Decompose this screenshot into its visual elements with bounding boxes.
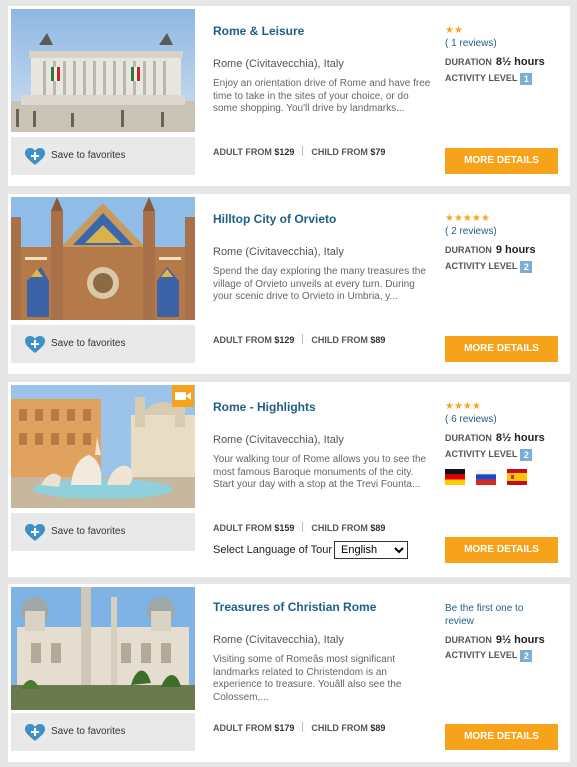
duration-value: 8½ hours <box>495 56 545 68</box>
tour-card: Save to favorites Rome - Highlights Rome… <box>8 382 570 577</box>
duration-label: DURATION <box>445 245 492 255</box>
tour-photo[interactable] <box>11 385 195 508</box>
adult-price-label: ADULT FROM <box>213 723 272 733</box>
favorites-label: Save to favorites <box>51 150 126 161</box>
tour-title[interactable]: Rome - Highlights <box>213 400 316 414</box>
tour-title[interactable]: Hilltop City of Orvieto <box>213 212 336 226</box>
child-price-label: CHILD FROM <box>311 723 368 733</box>
rating-stars: ★★★★ <box>445 401 481 412</box>
activity-level-badge: 2 <box>520 261 533 273</box>
favorites-label: Save to favorites <box>51 338 126 349</box>
child-price-label: CHILD FROM <box>311 523 368 533</box>
activity-level-label: ACTIVITY LEVEL <box>445 650 518 660</box>
favorites-label: Save to favorites <box>51 526 126 537</box>
tour-card: Save to favorites Treasures of Christian… <box>8 584 570 762</box>
child-price: $79 <box>370 147 386 157</box>
child-price: $89 <box>370 723 386 733</box>
tour-description: Your walking tour of Rome allows you to … <box>213 454 427 490</box>
adult-price: $129 <box>274 147 295 157</box>
language-select-label: Select Language of Tour <box>213 544 333 556</box>
duration: DURATION 8½ hours <box>445 56 545 68</box>
adult-price: $129 <box>274 335 295 345</box>
activity-level-label: ACTIVITY LEVEL <box>445 73 518 83</box>
heart-plus-icon <box>25 336 45 353</box>
duration-label: DURATION <box>445 433 492 443</box>
tour-location: Rome (Civitavecchia), Italy <box>213 246 344 258</box>
spanish-flag-icon <box>507 469 527 485</box>
adult-price-label: ADULT FROM <box>213 523 272 533</box>
german-flag-icon <box>445 469 465 485</box>
tour-card: Save to favorites Rome & Leisure Rome (C… <box>8 6 570 186</box>
tour-location: Rome (Civitavecchia), Italy <box>213 434 344 446</box>
tour-title[interactable]: Rome & Leisure <box>213 24 304 38</box>
activity-level: ACTIVITY LEVEL 2 <box>445 261 533 273</box>
video-badge[interactable] <box>172 385 194 407</box>
tour-photo[interactable] <box>11 587 195 710</box>
price-divider <box>302 722 304 732</box>
tour-description: Enjoy an orientation drive of Rome and h… <box>213 78 431 114</box>
tour-prices: ADULT FROM $179 CHILD FROM $89 <box>213 722 385 733</box>
more-details-button[interactable]: MORE DETAILS <box>445 148 558 174</box>
activity-level: ACTIVITY LEVEL 2 <box>445 650 533 662</box>
adult-price-label: ADULT FROM <box>213 147 272 157</box>
heart-plus-icon <box>25 524 45 541</box>
tour-description: Visiting some of Romeâs most significant… <box>213 654 402 703</box>
save-to-favorites[interactable]: Save to favorites <box>11 713 195 751</box>
duration: DURATION 9 hours <box>445 244 536 256</box>
activity-level-badge: 2 <box>520 650 533 662</box>
heart-plus-icon <box>25 724 45 741</box>
adult-price: $159 <box>274 523 295 533</box>
child-price-label: CHILD FROM <box>311 335 368 345</box>
duration-value: 9 hours <box>495 244 536 256</box>
tour-prices: ADULT FROM $159 CHILD FROM $89 <box>213 522 385 533</box>
more-details-button[interactable]: MORE DETAILS <box>445 724 558 750</box>
tour-prices: ADULT FROM $129 CHILD FROM $89 <box>213 334 385 345</box>
activity-level: ACTIVITY LEVEL 2 <box>445 449 533 461</box>
video-camera-icon <box>175 392 191 400</box>
duration-label: DURATION <box>445 635 492 645</box>
child-price: $89 <box>370 523 386 533</box>
reviews-link[interactable]: ( 2 reviews) <box>445 226 497 237</box>
tour-photo[interactable] <box>11 197 195 320</box>
tour-photo[interactable] <box>11 9 195 132</box>
adult-price: $179 <box>274 723 295 733</box>
adult-price-label: ADULT FROM <box>213 335 272 345</box>
duration-value: 9½ hours <box>495 634 545 646</box>
russian-flag-icon <box>476 469 496 485</box>
more-details-button[interactable]: MORE DETAILS <box>445 537 558 563</box>
first-review-link[interactable]: Be the first one to review <box>445 602 555 628</box>
rating-stars: ★★ <box>445 25 463 36</box>
activity-level: ACTIVITY LEVEL 1 <box>445 73 533 85</box>
duration-label: DURATION <box>445 57 492 67</box>
duration-value: 8½ hours <box>495 432 545 444</box>
more-details-button[interactable]: MORE DETAILS <box>445 336 558 362</box>
reviews-link[interactable]: ( 6 reviews) <box>445 414 497 425</box>
rating-stars: ★★★★★ <box>445 213 490 224</box>
tour-card: Save to favorites Hilltop City of Orviet… <box>8 194 570 374</box>
price-divider <box>302 146 304 156</box>
activity-level-badge: 1 <box>520 73 533 85</box>
reviews-link[interactable]: ( 1 reviews) <box>445 38 497 49</box>
duration: DURATION 9½ hours <box>445 634 545 646</box>
child-price-label: CHILD FROM <box>311 147 368 157</box>
save-to-favorites[interactable]: Save to favorites <box>11 513 195 551</box>
tour-description: Spend the day exploring the many treasur… <box>213 266 426 302</box>
save-to-favorites[interactable]: Save to favorites <box>11 137 195 175</box>
favorites-label: Save to favorites <box>51 726 126 737</box>
price-divider <box>302 522 304 532</box>
language-select[interactable]: English <box>334 541 408 559</box>
activity-level-badge: 2 <box>520 449 533 461</box>
save-to-favorites[interactable]: Save to favorites <box>11 325 195 363</box>
tour-prices: ADULT FROM $129 CHILD FROM $79 <box>213 146 385 157</box>
heart-plus-icon <box>25 148 45 165</box>
activity-level-label: ACTIVITY LEVEL <box>445 449 518 459</box>
tour-title[interactable]: Treasures of Christian Rome <box>213 600 376 614</box>
price-divider <box>302 334 304 344</box>
activity-level-label: ACTIVITY LEVEL <box>445 261 518 271</box>
tour-location: Rome (Civitavecchia), Italy <box>213 634 344 646</box>
duration: DURATION 8½ hours <box>445 432 545 444</box>
tour-location: Rome (Civitavecchia), Italy <box>213 58 344 70</box>
child-price: $89 <box>370 335 386 345</box>
